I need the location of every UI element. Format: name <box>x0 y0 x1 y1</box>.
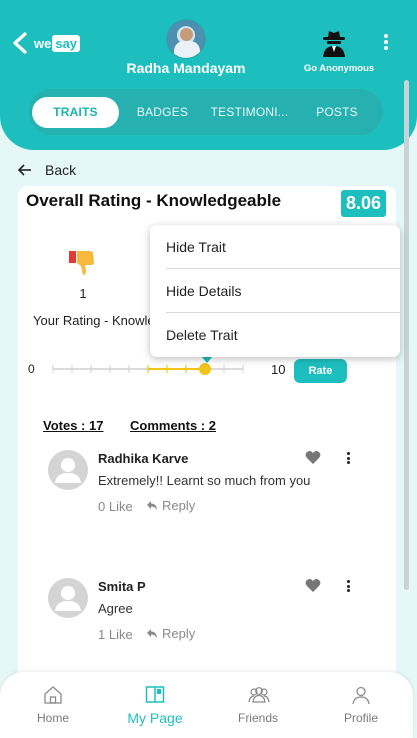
arrow-left-icon <box>18 164 31 176</box>
your-rating-label: Your Rating - Knowledgeable <box>33 313 153 328</box>
comment-text: Extremely!! Learnt so much from you <box>98 473 311 488</box>
comment-author: Smita P <box>98 579 146 594</box>
reply-label: Reply <box>162 498 196 513</box>
nav-my-page[interactable]: My Page <box>105 672 205 738</box>
like-button[interactable]: 1 Like <box>98 627 133 642</box>
rating-slider[interactable] <box>48 358 248 380</box>
comment-item: Smita P Agree 1 Like Reply <box>46 578 366 668</box>
your-rating-count: 1 <box>79 286 87 301</box>
trait-options-menu: Hide Trait Hide Details Delete Trait <box>150 225 400 357</box>
comment-text: Agree <box>98 601 133 616</box>
reply-button[interactable]: Reply <box>146 498 195 513</box>
user-name: Radha Mandayam <box>126 60 246 76</box>
slider-pointer-icon <box>201 356 213 363</box>
thumbs-down-icon[interactable] <box>68 249 96 276</box>
tab-testimonials[interactable]: TESTIMONI... <box>207 97 292 128</box>
comments-link[interactable]: Comments : 2 <box>130 418 216 433</box>
back-chevron-icon[interactable] <box>10 30 34 56</box>
book-icon <box>145 686 165 703</box>
reply-label: Reply <box>162 626 196 641</box>
slider-max-label: 10 <box>271 362 286 377</box>
comment-item: Radhika Karve Extremely!! Learnt so much… <box>46 450 366 540</box>
nav-profile-label: Profile <box>343 711 378 725</box>
tab-traits[interactable]: TRAITS <box>32 97 119 128</box>
person-icon <box>352 686 370 705</box>
rate-button[interactable]: Rate <box>294 359 347 383</box>
slider-knob <box>199 363 211 375</box>
like-button[interactable]: 0 Like <box>98 499 133 514</box>
trait-score-badge: 8.06 <box>341 190 386 217</box>
reply-icon <box>147 629 157 638</box>
nav-my-page-label: My Page <box>127 710 183 726</box>
overflow-menu-icon[interactable] <box>381 34 391 52</box>
menu-item-hide-trait[interactable]: Hide Trait <box>150 225 400 269</box>
nav-profile[interactable]: Profile <box>311 672 411 738</box>
go-anonymous-label[interactable]: Go Anonymous <box>300 63 378 74</box>
trait-title: Overall Rating - Knowledgeable <box>26 191 282 210</box>
reply-button[interactable]: Reply <box>146 626 195 641</box>
back-link[interactable]: Back <box>18 160 76 180</box>
menu-item-hide-details[interactable]: Hide Details <box>150 269 400 313</box>
home-icon <box>44 686 62 704</box>
comment-menu-icon[interactable] <box>344 580 352 594</box>
tab-badges[interactable]: BADGES <box>121 97 204 128</box>
app-logo: we say <box>34 33 81 53</box>
comment-avatar[interactable] <box>48 578 88 618</box>
app-header: we say Radha Mandayam Go Anonymous TRAIT… <box>0 0 417 150</box>
heart-icon[interactable] <box>305 450 321 465</box>
comment-author: Radhika Karve <box>98 451 189 466</box>
heart-icon[interactable] <box>305 578 321 593</box>
friends-icon <box>248 687 270 703</box>
tab-posts[interactable]: POSTS <box>295 97 379 128</box>
comment-menu-icon[interactable] <box>344 452 352 466</box>
tab-bar: TRAITS BADGES TESTIMONI... POSTS <box>29 89 383 135</box>
logo-say: say <box>52 34 81 52</box>
nav-friends-label: Friends <box>237 711 278 725</box>
spy-icon[interactable] <box>319 27 349 57</box>
menu-item-delete-trait[interactable]: Delete Trait <box>150 313 400 357</box>
nav-friends[interactable]: Friends <box>208 672 308 738</box>
reply-icon <box>147 501 157 510</box>
comment-avatar[interactable] <box>48 450 88 490</box>
slider-min-label: 0 <box>28 362 35 376</box>
nav-home[interactable]: Home <box>3 672 103 738</box>
back-label: Back <box>45 162 77 178</box>
user-avatar[interactable] <box>166 19 206 59</box>
bottom-nav: Home My Page Friends Profile <box>0 672 413 738</box>
nav-home-label: Home <box>36 711 69 725</box>
votes-link[interactable]: Votes : 17 <box>43 418 103 433</box>
scrollbar[interactable] <box>404 80 409 590</box>
logo-we: we <box>34 35 52 51</box>
